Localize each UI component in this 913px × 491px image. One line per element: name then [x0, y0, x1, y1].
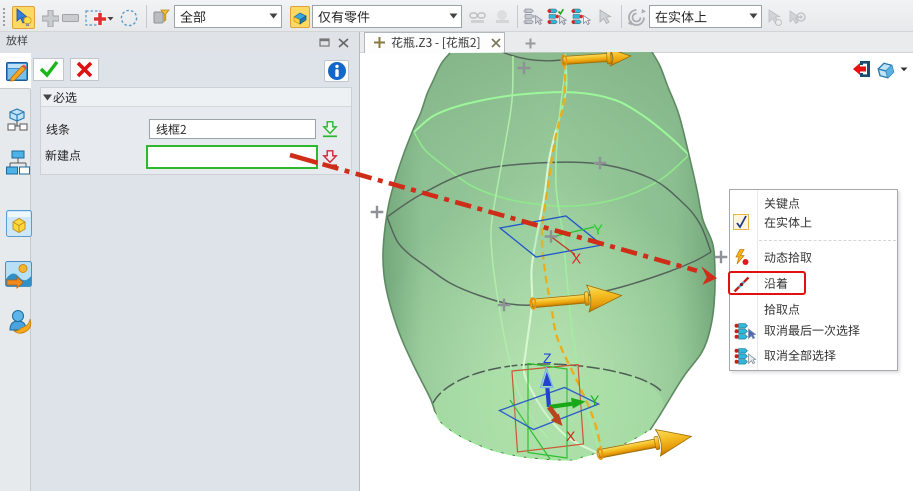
svg-text:X: X — [572, 252, 582, 268]
svg-text:Z: Z — [543, 350, 552, 366]
svg-text:X: X — [566, 428, 576, 444]
svg-text:Y: Y — [590, 392, 600, 408]
svg-text:Y: Y — [593, 222, 603, 239]
